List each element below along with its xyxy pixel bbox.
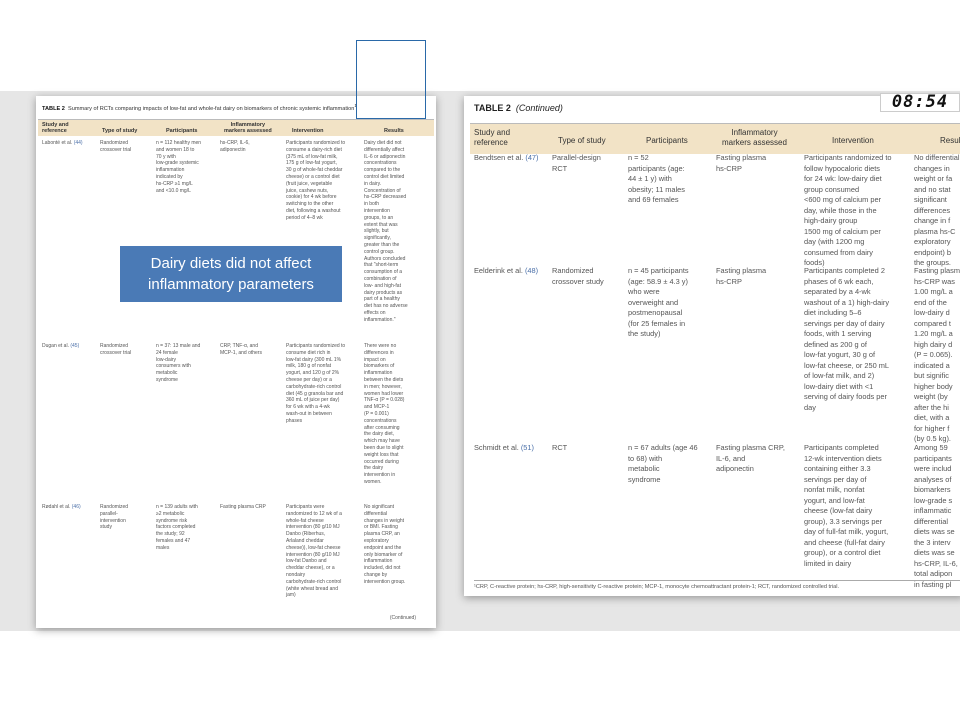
study-reference: Dugan et al. (45) — [42, 343, 80, 349]
left-header-participants: Participants — [166, 128, 198, 134]
left-continued: (Continued) — [389, 615, 416, 621]
inflammatory-markers: Fasting plasma CRP — [220, 504, 266, 510]
clock-display: 08:54 — [880, 93, 960, 112]
study-reference: Bendtsen et al. (47) — [474, 153, 539, 162]
right-header-study-line1: Study and — [474, 128, 511, 137]
callout-line2: inflammatory parameters — [148, 276, 314, 293]
reference-link[interactable]: (46) — [72, 504, 81, 510]
left-header-type: Type of study — [102, 128, 138, 134]
participants: n = 37: 13 male and 24 female low-dairy con… — [156, 343, 201, 383]
inflammatory-markers: Fasting plasma CRP, IL-6, and adiponectin — [716, 443, 785, 473]
participants: n = 45 participants (age: 58.9 ± 4.3 y) wh… — [628, 266, 689, 338]
study-type: Randomized crossover trial — [100, 343, 132, 356]
callout-box: Dairy diets did not affect inflammatory … — [120, 246, 342, 302]
right-table-page: TABLE 2 (Continued) Study and reference … — [464, 96, 960, 596]
right-header-intervention: Intervention — [832, 136, 874, 145]
study-type: Parallel-design RCT — [552, 153, 601, 173]
participants: n = 139 adults with ≥2 metabolic syndrome … — [156, 504, 198, 551]
reference-link[interactable]: (44) — [74, 140, 83, 146]
results: Dairy diet did not differentially affect I… — [364, 140, 408, 323]
callout-line1: Dairy diets did not affect — [150, 255, 312, 272]
left-header-intervention: Intervention — [292, 128, 324, 134]
right-header-study-line2: reference — [474, 137, 508, 147]
reference-link[interactable]: (45) — [70, 343, 79, 349]
study-type: Randomized parallel-intervention study — [100, 504, 129, 531]
right-table-header: Study and reference Type of study Partic… — [470, 123, 960, 154]
left-header-study: Study and reference — [42, 122, 69, 134]
study-type: Randomized crossover trial — [100, 140, 132, 153]
right-caption-label: TABLE 2 — [474, 103, 511, 113]
intervention: Participants completed 2 phases of 6 wk e… — [804, 266, 890, 412]
results: No significant differential changes in wei… — [364, 504, 406, 585]
right-header-markers: Inflammatory markers assessed — [722, 128, 787, 147]
inflammatory-markers: Fasting plasma hs-CRP — [716, 266, 767, 286]
left-header-markers: Inflammatory markers assessed — [224, 122, 272, 134]
study-type: Randomized crossover study — [552, 266, 604, 286]
intervention: Participants were randomized to 12 wk of … — [286, 504, 342, 599]
reference-link[interactable]: (51) — [521, 443, 534, 452]
right-header-type: Type of study — [558, 136, 606, 145]
left-caption-text: Summary of RCTs comparing impacts of low… — [68, 105, 355, 112]
right-caption-suffix: (Continued) — [515, 103, 563, 113]
left-table-page: TABLE 2 Summary of RCTs comparing impact… — [36, 96, 436, 628]
study-reference: Rødahl et al. (46) — [42, 504, 81, 510]
study-reference: Labonté et al. (44) — [42, 140, 83, 146]
results: Fasting plasm hs-CRP was 1.00 mg/L a end of… — [914, 266, 960, 443]
right-header-study: Study and reference — [474, 128, 510, 147]
right-table-caption: TABLE 2 (Continued) — [474, 103, 563, 113]
reference-link[interactable]: (48) — [525, 266, 538, 275]
results-highlight-box — [356, 40, 426, 119]
right-header-results: Result — [940, 136, 960, 145]
right-table-footnote: ¹CRP, C-reactive protein; hs-CRP, high-s… — [474, 580, 960, 590]
study-type: RCT — [552, 443, 568, 452]
participants: n = 67 adults (age 46 to 68) with metaboli… — [628, 443, 698, 484]
left-table-header: Study and reference Type of study Partic… — [38, 119, 434, 136]
right-header-markers-line1: Inflammatory — [731, 128, 778, 137]
left-header-markers-line2: markers assessed — [224, 128, 272, 134]
intervention: Participants completed 12-wk intervention… — [804, 443, 889, 568]
intervention: Participants randomized to consume diet r… — [286, 343, 346, 424]
intervention: Participants randomized to follow hypocal… — [804, 153, 892, 267]
intervention: Participants randomized to consume a dair… — [286, 140, 346, 221]
left-caption-label: TABLE 2 — [42, 105, 65, 112]
reference-link[interactable]: (47) — [525, 153, 538, 162]
inflammatory-markers: CRP, TNF-α, and MCP-1, and others — [220, 343, 262, 356]
results: There were no differences in impact on biom… — [364, 343, 405, 485]
left-header-study-line2: reference — [42, 128, 67, 134]
inflammatory-markers: Fasting plasma hs-CRP — [716, 153, 767, 173]
inflammatory-markers: hs-CRP, IL-6, adiponectin — [220, 140, 250, 153]
right-header-participants: Participants — [646, 136, 688, 145]
study-reference: Schmidt et al. (51) — [474, 443, 534, 452]
participants: n = 52 participants (age: 44 ± 1 y) with ob… — [628, 153, 685, 204]
left-header-results: Results — [384, 128, 404, 134]
participants: n = 112 healthy men and women 18 to 70 y w… — [156, 140, 202, 194]
results: No differential changes in weight or fa and… — [914, 153, 960, 267]
right-header-markers-line2: markers assessed — [722, 137, 787, 147]
results: Among 59 participants were includ analyses … — [914, 443, 958, 589]
study-reference: Eelderink et al. (48) — [474, 266, 539, 275]
